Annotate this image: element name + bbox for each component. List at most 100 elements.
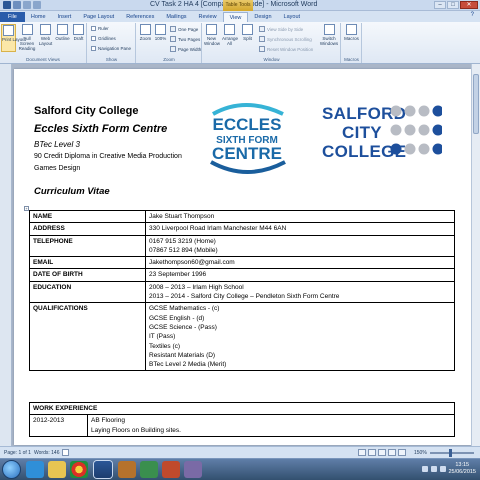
cv-field-label: TELEPHONE [29, 234, 146, 258]
tab-home[interactable]: Home [25, 12, 52, 22]
tab-page-layout[interactable]: Page Layout [77, 12, 120, 22]
close-button[interactable]: ✕ [460, 1, 478, 9]
tab-file[interactable]: File [0, 12, 25, 22]
logo-dot [404, 124, 416, 136]
word-app-icon[interactable] [3, 1, 11, 9]
zoom-slider-knob[interactable] [449, 449, 452, 457]
zoom-button[interactable]: Zoom [138, 24, 153, 41]
cv-row-qualifications: QUALIFICATIONS GCSE Mathematics - (c) GCSE… [29, 302, 455, 372]
tab-layout[interactable]: Layout [278, 12, 307, 22]
cv-field-label: ADDRESS [29, 222, 146, 236]
cv-field-value[interactable]: Jake Stuart Thompson [145, 209, 455, 224]
cv-field-label: EDUCATION [29, 280, 146, 304]
zoom-level[interactable]: 150% [414, 450, 427, 456]
cv-value-line: Resistant Materials (D) [149, 351, 216, 359]
tray-icon[interactable] [422, 466, 428, 472]
network-icon[interactable] [431, 466, 437, 472]
outline-view-icon[interactable] [388, 449, 396, 456]
cv-field-value[interactable]: 2008 – 2013 – Irlam High School 2013 – 20… [145, 280, 455, 304]
word-taskbar-icon[interactable] [94, 461, 112, 478]
maximize-button[interactable]: □ [447, 1, 459, 9]
minimize-button[interactable]: – [434, 1, 446, 9]
outline-button[interactable]: Outline [55, 24, 70, 41]
svg-text:ECCLES: ECCLES [213, 115, 282, 134]
group-macros: Macros Macros [342, 23, 362, 63]
web-layout-view-icon[interactable] [378, 449, 386, 456]
clock[interactable]: 13:15 25/06/2015 [448, 462, 476, 476]
ruler-checkbox[interactable]: Ruler [91, 26, 109, 31]
logo-dot [432, 124, 442, 136]
logo-dot [404, 105, 416, 117]
zoom-slider[interactable] [430, 452, 474, 454]
app-icon[interactable] [184, 461, 202, 478]
scrollbar-thumb[interactable] [473, 74, 479, 134]
full-screen-reading-button[interactable]: Full Screen Reading [18, 24, 36, 51]
zoom-100-button[interactable]: 100% [153, 24, 168, 41]
web-layout-button[interactable]: Web Layout [38, 24, 53, 46]
web-layout-icon [40, 24, 51, 35]
save-icon[interactable] [13, 1, 21, 9]
course-level: BTec Level 3 [34, 140, 80, 149]
subject-title: Games Design [34, 165, 81, 172]
cv-field-label: DATE OF BIRTH [29, 268, 146, 282]
navigation-pane-checkbox[interactable]: Navigation Pane [91, 46, 131, 51]
proofing-icon[interactable] [62, 449, 69, 456]
word-count[interactable]: Words: 146 [34, 450, 59, 456]
arrange-all-button[interactable]: Arrange All [222, 24, 238, 46]
cv-field-value[interactable]: Jakethompson60@gmail.com [145, 256, 455, 270]
print-layout-button[interactable]: Print Layout [1, 24, 26, 52]
switch-windows-button[interactable]: Switch Windows [319, 24, 339, 46]
full-screen-reading-icon [21, 24, 33, 35]
tab-mailings[interactable]: Mailings [160, 12, 192, 22]
tab-view[interactable]: View [222, 12, 249, 22]
reset-window-position-button[interactable]: Reset Window Position [259, 46, 313, 52]
redo-icon[interactable] [33, 1, 41, 9]
cv-field-label: EMAIL [29, 256, 146, 270]
page-width-button[interactable]: Page Width [170, 46, 201, 52]
system-tray [422, 466, 446, 472]
draft-view-icon[interactable] [398, 449, 406, 456]
quick-access-toolbar [3, 1, 41, 9]
zoom-100-icon [155, 24, 166, 35]
media-app-icon[interactable] [140, 461, 158, 478]
tab-design[interactable]: Design [248, 12, 277, 22]
new-window-button[interactable]: New Window [204, 24, 220, 46]
full-screen-view-icon[interactable] [368, 449, 376, 456]
tab-insert[interactable]: Insert [52, 12, 78, 22]
work-description: Laying Floors on Building sites. [91, 426, 181, 434]
file-explorer-icon[interactable] [48, 461, 66, 478]
split-button[interactable]: Split [240, 24, 255, 41]
undo-icon[interactable] [23, 1, 31, 9]
group-document-views: Print Layout Full Screen Reading Web Lay… [0, 23, 87, 63]
svg-text:CITY: CITY [342, 123, 382, 142]
tab-review[interactable]: Review [193, 12, 223, 22]
draft-button[interactable]: Draft [71, 24, 86, 41]
two-pages-button[interactable]: Two Pages [170, 36, 200, 42]
gridlines-checkbox[interactable]: Gridlines [91, 36, 116, 41]
print-layout-view-icon[interactable] [358, 449, 366, 456]
view-side-by-side-button[interactable]: View Side by Side [259, 26, 303, 32]
new-window-icon [206, 24, 217, 35]
group-label-zoom: Zoom [163, 57, 175, 62]
cv-value-line: Jakethompson60@gmail.com [149, 259, 235, 267]
cv-field-value[interactable]: 330 Liverpool Road Irlam Manchester M44 … [145, 222, 455, 236]
help-icon[interactable]: ? [471, 12, 474, 18]
vertical-scrollbar[interactable] [471, 64, 480, 446]
page-count[interactable]: Page: 1 of 1 [4, 450, 31, 456]
folder-app-icon[interactable] [118, 461, 136, 478]
cv-row-education: EDUCATION 2008 – 2013 – Irlam High School… [29, 280, 455, 304]
internet-explorer-icon[interactable] [26, 461, 44, 478]
cv-field-label: NAME [29, 209, 146, 224]
cv-field-value[interactable]: 0167 915 3219 (Home) 07867 512 894 (Mobil… [145, 234, 455, 258]
powerpoint-icon[interactable] [162, 461, 180, 478]
cv-field-value[interactable]: GCSE Mathematics - (c) GCSE English - (d)… [145, 302, 455, 372]
macros-button[interactable]: Macros [344, 24, 359, 41]
chrome-icon[interactable] [70, 461, 88, 478]
volume-icon[interactable] [440, 466, 446, 472]
tab-references[interactable]: References [120, 12, 160, 22]
eccles-sixth-form-logo: ECCLES SIXTH FORM CENTRE [210, 103, 286, 174]
synchronous-scrolling-button[interactable]: Synchronous Scrolling [259, 36, 312, 42]
start-button[interactable] [2, 460, 21, 479]
one-page-button[interactable]: One Page [170, 26, 198, 32]
cv-field-value[interactable]: 23 September 1996 [145, 268, 455, 282]
